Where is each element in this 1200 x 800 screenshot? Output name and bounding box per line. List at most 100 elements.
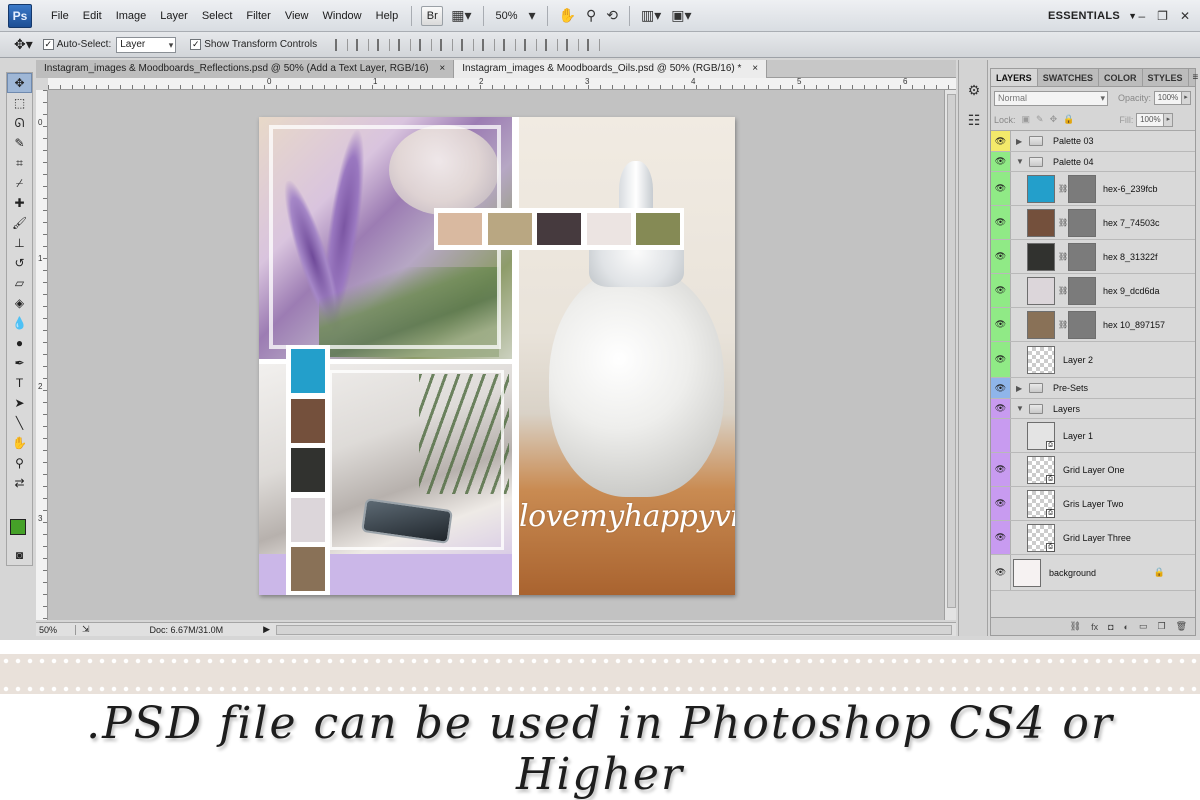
horizontal-scrollbar[interactable] [276, 624, 952, 635]
new-group-icon[interactable]: ▭ [1139, 621, 1148, 632]
status-zoom[interactable]: 50% [36, 624, 76, 635]
align-left-icon[interactable] [398, 38, 412, 51]
move-tool-icon[interactable]: ✥ [7, 73, 32, 93]
expand-arrow-icon[interactable]: ▶ [1016, 384, 1022, 393]
minimize-icon[interactable]: – [1138, 9, 1145, 23]
distribute-bottom-icon[interactable] [503, 38, 517, 51]
path-select-tool-icon[interactable]: ➤ [7, 393, 32, 413]
lock-image-icon[interactable]: ✎ [1036, 114, 1044, 125]
layer-1[interactable]: ⎙ Layer 1 [991, 419, 1195, 453]
menu-view[interactable]: View [278, 0, 316, 32]
menu-image[interactable]: Image [109, 0, 154, 32]
opacity-arrow-icon[interactable]: ▸ [1182, 91, 1192, 105]
restore-icon[interactable]: ❐ [1157, 9, 1168, 23]
align-top-icon[interactable] [335, 38, 349, 51]
visibility-eye-icon[interactable]: 👁 [991, 240, 1011, 273]
tab-color[interactable]: COLOR [1099, 69, 1143, 86]
zoom-dropdown-icon[interactable]: ▾ [529, 7, 536, 24]
visibility-eye-icon[interactable]: 👁 [991, 521, 1011, 554]
expand-arrow-icon[interactable]: ▶ [1016, 137, 1022, 146]
tab-reflections[interactable]: Instagram_images & Moodboards_Reflection… [36, 60, 455, 78]
trash-icon[interactable]: 🗑 [1176, 621, 1187, 632]
tab-swatches[interactable]: SWATCHES [1038, 69, 1100, 86]
layer-grid-one[interactable]: 👁 ⎙ Grid Layer One [991, 453, 1195, 487]
menu-layer[interactable]: Layer [153, 0, 195, 32]
fx-icon[interactable]: fx [1091, 622, 1098, 632]
layer-background[interactable]: 👁 background 🔒 [991, 555, 1195, 591]
vertical-scrollbar[interactable] [944, 90, 956, 620]
auto-select-option[interactable]: ✓ Auto-Select: Layer [42, 36, 177, 53]
visibility-eye-icon[interactable]: 👁 [991, 206, 1011, 239]
align-right-icon[interactable] [440, 38, 454, 51]
fill-arrow-icon[interactable]: ▸ [1164, 112, 1174, 127]
layer-group-palette-04[interactable]: 👁 ▼ Palette 04 [991, 152, 1195, 172]
hand-tool-icon[interactable]: ✋ [7, 433, 32, 453]
auto-select-dropdown[interactable]: Layer [116, 36, 177, 53]
close-icon[interactable]: ✕ [1180, 9, 1190, 23]
align-hcenter-icon[interactable] [419, 38, 433, 51]
menu-window[interactable]: Window [316, 0, 369, 32]
marquee-tool-icon[interactable]: ⬚ [7, 93, 32, 113]
healing-brush-tool-icon[interactable]: ✚ [7, 193, 32, 213]
pen-tool-icon[interactable]: ✒ [7, 353, 32, 373]
distribute-vcenter-icon[interactable] [482, 38, 496, 51]
add-mask-icon[interactable]: ◘ [1108, 622, 1113, 632]
zoom-icon[interactable]: ⚲ [586, 7, 596, 24]
clone-stamp-tool-icon[interactable]: ⊥ [7, 233, 32, 253]
visibility-eye-icon[interactable]: 👁 [991, 131, 1011, 151]
layer-hex-7[interactable]: 👁 ⛓ hex 7_74503c [991, 206, 1195, 240]
bridge-button[interactable]: Br [421, 5, 444, 26]
paint-bucket-tool-icon[interactable]: ◈ [7, 293, 32, 313]
tab-layers[interactable]: LAYERS [991, 69, 1038, 86]
align-bottom-icon[interactable] [377, 38, 391, 51]
zoom-level-select[interactable]: 50% [496, 10, 518, 22]
visibility-eye-icon[interactable]: 👁 [991, 172, 1011, 205]
distribute-top-icon[interactable] [461, 38, 475, 51]
close-icon[interactable]: × [752, 63, 758, 74]
distribute-hcenter-icon[interactable] [545, 38, 559, 51]
distribute-left-icon[interactable] [524, 38, 538, 51]
fill-input[interactable]: 100% [1136, 112, 1165, 127]
adjustment-layer-icon[interactable]: ◐ [1124, 622, 1129, 632]
lock-position-icon[interactable]: ✥ [1050, 114, 1058, 125]
move-tool-icon[interactable]: ✥▾ [14, 36, 33, 53]
menu-help[interactable]: Help [369, 0, 406, 32]
opacity-input[interactable]: 100% [1154, 91, 1183, 105]
mini-bridge-icon[interactable]: ▦▾ [451, 7, 471, 24]
visibility-eye-icon[interactable]: 👁 [991, 453, 1011, 486]
visibility-eye-icon[interactable]: 👁 [991, 555, 1011, 590]
close-icon[interactable]: × [439, 63, 445, 74]
line-tool-icon[interactable]: ╲ [7, 413, 32, 433]
hand-icon[interactable]: ✋ [559, 7, 576, 24]
visibility-eye-icon[interactable]: 👁 [991, 152, 1011, 171]
visibility-toggle[interactable] [991, 419, 1011, 452]
lock-transparent-icon[interactable]: ▣ [1022, 114, 1031, 125]
visibility-eye-icon[interactable]: 👁 [991, 487, 1011, 520]
visibility-eye-icon[interactable]: 👁 [991, 274, 1011, 307]
visibility-eye-icon[interactable]: 👁 [991, 399, 1011, 418]
arrange-icon[interactable]: ▥▾ [641, 7, 661, 24]
new-layer-icon[interactable]: ❐ [1157, 621, 1165, 632]
eyedropper-tool-icon[interactable]: ⌿ [7, 173, 32, 193]
panel-menu-icon[interactable]: ≡ [1189, 69, 1200, 86]
status-menu-arrow[interactable]: ▶ [263, 624, 270, 635]
auto-select-checkbox[interactable]: ✓ [42, 39, 54, 50]
layer-gris-two[interactable]: 👁 ⎙ Gris Layer Two [991, 487, 1195, 521]
menu-edit[interactable]: Edit [76, 0, 109, 32]
show-transform-option[interactable]: ✓ Show Transform Controls [190, 39, 317, 50]
quick-select-tool-icon[interactable]: ✎ [7, 133, 32, 153]
layer-group-layers[interactable]: 👁 ▼ Layers [991, 399, 1195, 419]
layer-2[interactable]: 👁 Layer 2 [991, 342, 1195, 378]
menu-select[interactable]: Select [195, 0, 240, 32]
collapse-arrow-icon[interactable]: ▼ [1016, 157, 1024, 166]
quick-mask-icon[interactable]: ◙ [7, 545, 32, 565]
history-brush-tool-icon[interactable]: ↺ [7, 253, 32, 273]
screen-mode-icon[interactable]: ▣▾ [671, 7, 691, 24]
rotate-icon[interactable]: ⟲ [606, 7, 618, 24]
visibility-eye-icon[interactable]: 👁 [991, 342, 1011, 377]
menu-filter[interactable]: Filter [239, 0, 277, 32]
blur-tool-icon[interactable]: 💧 [7, 313, 32, 333]
zoom-tool-icon[interactable]: ⚲ [7, 453, 32, 473]
brush-tool-icon[interactable]: 🖌 [7, 213, 32, 233]
dodge-tool-icon[interactable]: ● [7, 333, 32, 353]
